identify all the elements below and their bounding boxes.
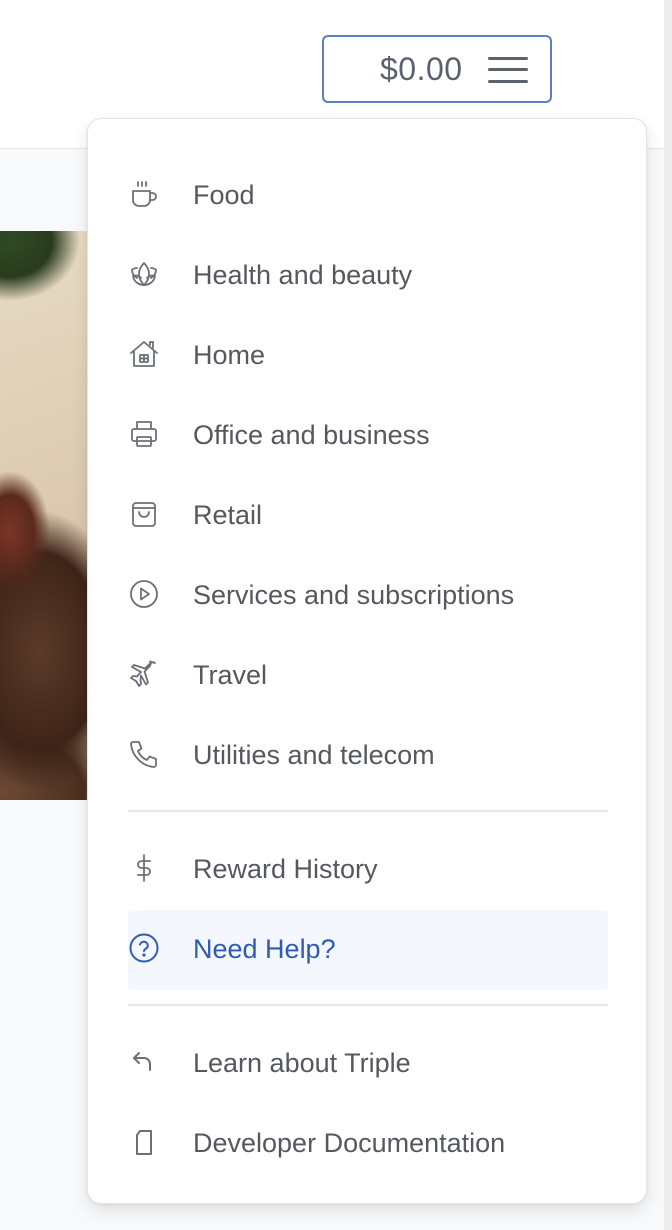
menu-item-label: Reward History — [193, 854, 378, 884]
phone-icon — [128, 738, 160, 770]
play-circle-icon — [128, 578, 160, 610]
menu-item-label: Need Help? — [193, 934, 336, 964]
menu-item-label: Learn about Triple — [193, 1048, 411, 1078]
menu-item-food[interactable]: Food — [128, 156, 608, 236]
document-icon — [128, 1126, 160, 1158]
dollar-icon — [128, 852, 160, 884]
question-circle-icon — [128, 932, 160, 964]
menu-item-health-beauty[interactable]: Health and beauty — [128, 236, 608, 316]
page-edge — [664, 0, 672, 1230]
menu-item-services-subscriptions[interactable]: Services and subscriptions — [128, 556, 608, 636]
hero-image — [0, 231, 100, 800]
dropdown-menu: Food Health and beauty Home Office and b… — [87, 118, 647, 1204]
menu-item-label: Office and business — [193, 420, 430, 450]
menu-item-label: Health and beauty — [193, 260, 413, 290]
menu-item-need-help[interactable]: Need Help? — [128, 910, 608, 990]
menu-divider — [128, 810, 608, 812]
hamburger-icon — [488, 55, 528, 85]
house-icon — [128, 338, 160, 370]
menu-item-label: Home — [193, 340, 266, 370]
menu-item-label: Retail — [193, 500, 263, 530]
menu-item-label: Utilities and telecom — [193, 740, 435, 770]
menu-item-retail[interactable]: Retail — [128, 476, 608, 556]
menu-item-label: Food — [193, 180, 255, 210]
cart-amount: $0.00 — [380, 51, 463, 87]
menu-item-travel[interactable]: Travel — [128, 636, 608, 716]
printer-icon — [128, 418, 160, 450]
return-arrow-icon — [128, 1046, 160, 1078]
menu-item-label: Travel — [193, 660, 268, 690]
menu-item-label: Services and subscriptions — [193, 580, 515, 610]
menu-item-reward-history[interactable]: Reward History — [128, 830, 608, 910]
menu-item-developer-documentation[interactable]: Developer Documentation — [128, 1104, 608, 1184]
cart-menu-button[interactable]: $0.00 — [322, 35, 552, 103]
shopping-bag-icon — [128, 498, 160, 530]
menu-item-office-business[interactable]: Office and business — [128, 396, 608, 476]
airplane-icon — [128, 658, 160, 690]
menu-item-label: Developer Documentation — [193, 1128, 506, 1158]
coffee-cup-icon — [128, 178, 160, 210]
menu-item-learn-about-triple[interactable]: Learn about Triple — [128, 1024, 608, 1104]
menu-divider — [128, 1004, 608, 1006]
menu-item-home[interactable]: Home — [128, 316, 608, 396]
lotus-icon — [128, 258, 160, 290]
menu-item-utilities-telecom[interactable]: Utilities and telecom — [128, 716, 608, 796]
